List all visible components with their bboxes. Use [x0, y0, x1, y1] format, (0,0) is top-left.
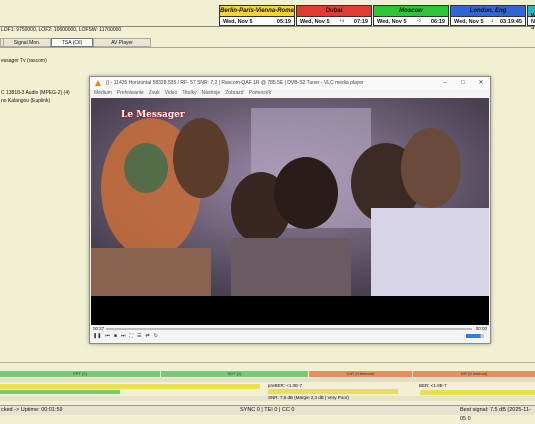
vlc-window[interactable]: () - 11435 Horizontal 58328.535 / RF- 57… [89, 76, 491, 344]
vlc-menu-item[interactable]: Nástroje [202, 90, 221, 96]
vlc-menu-item[interactable]: Pomocník [249, 90, 271, 96]
clock-day: Wed, Nov 5 [377, 19, 407, 25]
volume-slider[interactable] [466, 334, 484, 338]
pause-icon[interactable]: ❚❚ [93, 333, 101, 339]
elapsed-time: 00:27 [93, 326, 105, 331]
clock-day: Wed, Nov 5 [531, 13, 535, 31]
audio-stream: C 13818-3 Audio (MPEG-2) (4) [1, 90, 70, 96]
uptime-status: cked -> Uptime: 00:01:59 [1, 407, 63, 413]
vlc-menu-item[interactable]: Zobraziť [225, 90, 244, 96]
clock-day: Wed, Nov 5 [300, 19, 330, 25]
clock-time: 07:19 [353, 19, 368, 25]
clock-time: 06:19 [430, 19, 445, 25]
level-meter-fill [0, 390, 120, 394]
clock-city: Moscow [374, 6, 448, 17]
clock-time: 03:19:45 [499, 19, 522, 25]
vlc-title-bar[interactable]: () - 11435 Horizontal 58328.535 / RF- 57… [90, 77, 490, 89]
vlc-menu-item[interactable]: Zvuk [149, 90, 160, 96]
clock-3: London, Eng Wed, Nov 5 -1 03:19:45 [450, 5, 526, 26]
clock-city: Dubai [297, 6, 371, 17]
bottom-divider [0, 362, 535, 363]
prebers-meter-fill [0, 384, 260, 389]
close-icon[interactable]: ✕ [472, 77, 490, 89]
vlc-menu-item[interactable]: Médium [94, 90, 112, 96]
stop-icon[interactable]: ■ [114, 333, 117, 339]
video-image [91, 98, 489, 325]
prebers-label: preBER: <1.0E-7 [268, 383, 303, 388]
channel-logo: Le Messager [121, 110, 185, 120]
signal-monitor-button[interactable]: Signal Mon. [3, 38, 51, 47]
tabs-separator [0, 47, 535, 48]
provider-name: no Kalangou (Euplink) [1, 98, 51, 104]
vlc-cone-icon [95, 80, 101, 86]
loop-icon[interactable]: ⇄ [145, 333, 149, 339]
clock-4: Wed, Nov 5 [527, 5, 535, 31]
previous-icon[interactable]: ⏮ [105, 333, 110, 339]
snr-label: SNR: 7,5 dB (Margin 2,3 dB | Very Poor) [268, 395, 349, 400]
clock-2: Moscow Wed, Nov 5 +2 06:19 [373, 5, 449, 26]
clock-offset: -1 [489, 18, 494, 23]
playlist-icon[interactable]: ☰ [137, 333, 141, 339]
clock-city: London, Eng [451, 6, 525, 17]
maximize-icon[interactable]: □ [454, 77, 472, 89]
clock-city: Berlin-Paris-Vienna-Roma [220, 6, 294, 17]
sdt-bar: SDT (1) [161, 371, 308, 377]
ber-meter-fill [268, 389, 398, 394]
random-icon[interactable]: ↻ [154, 333, 158, 339]
next-icon[interactable]: ⏭ [121, 333, 126, 339]
ber-right-fill [420, 390, 535, 395]
status-bar: cked -> Uptime: 00:01:59 SYNC 0 | TEI 0 … [0, 405, 535, 422]
meter-background [0, 378, 535, 382]
fullscreen-icon[interactable]: ⛶ [129, 333, 133, 339]
vlc-menu-item[interactable]: Video [165, 90, 178, 96]
nit-bar: NIT (0 timeout) [413, 371, 535, 377]
cat-bar: CAT (0 timeout) [309, 371, 412, 377]
clock-offset: +3 [339, 18, 345, 23]
pat-bar: PPT (2) [0, 371, 160, 377]
seek-bar[interactable] [106, 328, 472, 330]
best-signal-status: Best signal: 7,5 dB (2025-11-05 0 [460, 407, 531, 422]
total-time: 00:00 [475, 326, 487, 331]
clock-1: Dubai Wed, Nov 5 +3 07:19 [296, 5, 372, 26]
vlc-menu-bar: Médium Prehrávanie Zvuk Video Titulky Nástroj… [90, 89, 490, 98]
vlc-menu-item[interactable]: Titulky [182, 90, 196, 96]
service-name: essager Tv (rascom) [1, 58, 47, 64]
clock-day: Wed, Nov 5 [454, 19, 484, 25]
clock-time: 05:19 [276, 19, 291, 25]
video-frame[interactable]: Le Messager [91, 98, 489, 325]
vlc-title: () - 11435 Horizontal 58328.535 / RF- 57… [106, 80, 364, 86]
tsa-tab[interactable]: TSA (Ctl) [51, 38, 93, 47]
clock-0: Berlin-Paris-Vienna-Roma Wed, Nov 5 05:19 [219, 5, 295, 26]
playback-controls: ❚❚ ⏮ ■ ⏭ ⛶ ☰ ⇄ ↻ [93, 333, 162, 339]
ber-label: BER: <1.0E-7 [419, 383, 447, 388]
clock-day: Wed, Nov 5 [223, 19, 253, 25]
sync-status: SYNC 0 | TEI 0 | CC 0 [240, 407, 295, 413]
clock-offset: +2 [416, 18, 422, 23]
av-player-tab[interactable]: AV Player [93, 38, 151, 47]
lof-info: LOF1: 9750000, LOF2: 10600000, LOFSW: 11… [1, 27, 122, 33]
minimize-icon[interactable]: – [436, 77, 454, 89]
vlc-menu-item[interactable]: Prehrávanie [117, 90, 144, 96]
